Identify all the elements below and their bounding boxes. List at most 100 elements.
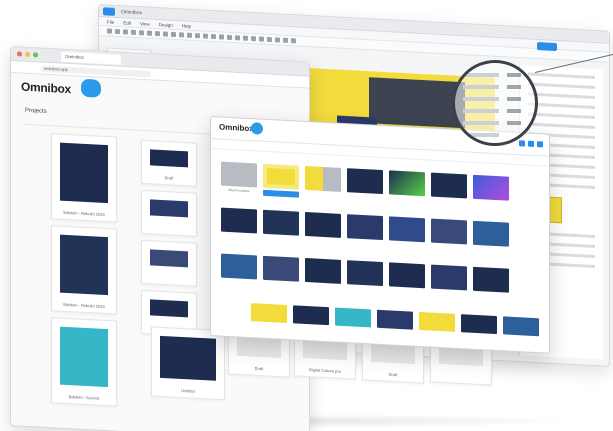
app-logo-icon <box>103 7 115 16</box>
tool-icon[interactable] <box>147 30 152 36</box>
template-tile[interactable] <box>263 163 299 190</box>
template-tile[interactable] <box>419 311 455 332</box>
template-tile[interactable] <box>305 211 341 238</box>
template-tile[interactable] <box>305 165 341 192</box>
project-card[interactable]: Draft <box>141 139 197 187</box>
template-tile[interactable] <box>347 214 383 241</box>
project-caption: Baldwin - Ascend <box>68 394 100 401</box>
project-card[interactable] <box>141 239 197 287</box>
template-tile[interactable] <box>431 264 467 291</box>
tool-icon[interactable] <box>179 32 184 38</box>
project-card[interactable]: Baldwin - Rebuild 2023 <box>51 225 117 315</box>
template-tile[interactable] <box>347 168 383 195</box>
brand-badge-icon <box>251 122 263 135</box>
project-thumbnail <box>60 234 108 296</box>
template-tile[interactable] <box>221 253 257 280</box>
project-card[interactable]: Untitled <box>151 326 225 401</box>
template-tile[interactable] <box>221 161 257 188</box>
project-card[interactable] <box>141 189 197 237</box>
template-tile[interactable] <box>263 209 299 236</box>
slide-dark-block[interactable] <box>369 77 465 129</box>
magnifier-lens <box>452 60 538 146</box>
template-tile[interactable] <box>461 314 497 335</box>
close-icon[interactable] <box>17 51 22 57</box>
zoomed-row <box>463 85 499 89</box>
zoomed-value <box>507 109 521 113</box>
tool-icon[interactable] <box>283 37 288 43</box>
tool-icon[interactable] <box>195 33 200 39</box>
property-row[interactable] <box>528 102 595 110</box>
template-tile[interactable] <box>263 255 299 282</box>
tool-icon[interactable] <box>171 31 176 38</box>
property-row[interactable] <box>528 72 595 80</box>
tool-icon[interactable] <box>235 35 240 41</box>
maximize-icon[interactable] <box>33 52 38 58</box>
template-tile[interactable] <box>347 260 383 287</box>
tool-icon[interactable] <box>115 28 120 35</box>
project-card[interactable]: Baldwin - Rebuild 2023 <box>51 133 117 223</box>
product-showcase: Ominibox File Edit View Design Help Omin… <box>0 0 613 431</box>
tool-icon[interactable] <box>131 29 136 35</box>
tool-icon[interactable] <box>251 36 256 42</box>
tool-icon[interactable] <box>243 35 248 41</box>
tool-icon[interactable] <box>267 36 272 43</box>
tool-icon[interactable] <box>155 30 160 37</box>
template-tile[interactable] <box>389 216 425 243</box>
template-tile[interactable] <box>221 207 257 234</box>
tool-icon[interactable] <box>259 36 264 42</box>
close-icon[interactable] <box>537 141 543 148</box>
property-row[interactable] <box>528 82 595 90</box>
list-view-icon[interactable] <box>528 140 534 147</box>
template-tile[interactable] <box>335 307 371 328</box>
tool-icon[interactable] <box>123 29 128 35</box>
template-tile[interactable] <box>473 266 509 293</box>
project-caption: Draft <box>388 371 398 378</box>
tool-icon[interactable] <box>187 32 192 38</box>
zoomed-row <box>463 121 499 125</box>
template-tile[interactable] <box>251 303 287 324</box>
template-tile[interactable] <box>503 316 539 337</box>
minimize-icon[interactable] <box>25 51 30 58</box>
menu-edit[interactable]: Edit <box>123 20 131 25</box>
tool-icon[interactable] <box>211 33 216 40</box>
publish-button[interactable] <box>537 42 557 52</box>
editor-title: Ominibox <box>121 8 143 16</box>
tool-icon[interactable] <box>227 34 232 41</box>
tool-icon[interactable] <box>219 34 224 40</box>
browser-tab[interactable]: Ominibox <box>61 51 121 65</box>
template-tile[interactable] <box>293 305 329 326</box>
template-tile[interactable] <box>305 257 341 284</box>
project-card[interactable]: Baldwin - Ascend <box>51 317 117 407</box>
menu-design[interactable]: Design <box>159 22 173 28</box>
project-thumbnail <box>150 149 188 168</box>
tool-icon[interactable] <box>203 33 208 39</box>
select-template-button[interactable] <box>263 189 299 198</box>
template-tile[interactable] <box>431 172 467 199</box>
section-label: Projects <box>25 107 47 115</box>
template-tile[interactable] <box>389 262 425 289</box>
tool-icon[interactable] <box>275 37 280 43</box>
brand-badge-icon <box>81 78 101 98</box>
template-tile[interactable] <box>389 170 425 197</box>
template-tile[interactable] <box>377 309 413 330</box>
menu-help[interactable]: Help <box>182 23 191 28</box>
tool-icon[interactable] <box>107 28 112 34</box>
tool-icon[interactable] <box>291 38 296 44</box>
template-caption: Blank template <box>228 187 250 194</box>
picker-brand: Omnibox <box>219 122 254 134</box>
property-row[interactable] <box>528 112 595 120</box>
project-thumbnail <box>60 326 108 388</box>
property-row[interactable] <box>528 122 595 130</box>
tool-icon[interactable] <box>163 31 168 37</box>
template-tile[interactable] <box>431 218 467 245</box>
template-tile[interactable] <box>473 220 509 247</box>
menu-file[interactable]: File <box>107 19 114 24</box>
grid-view-icon[interactable] <box>519 140 525 147</box>
project-caption: Draft <box>254 365 264 372</box>
tool-icon[interactable] <box>139 30 144 36</box>
url-text[interactable]: ominibox.app <box>41 65 151 77</box>
template-tile[interactable] <box>473 174 509 201</box>
project-caption: Untitled <box>181 387 195 394</box>
menu-view[interactable]: View <box>140 21 150 27</box>
property-row[interactable] <box>528 92 595 100</box>
